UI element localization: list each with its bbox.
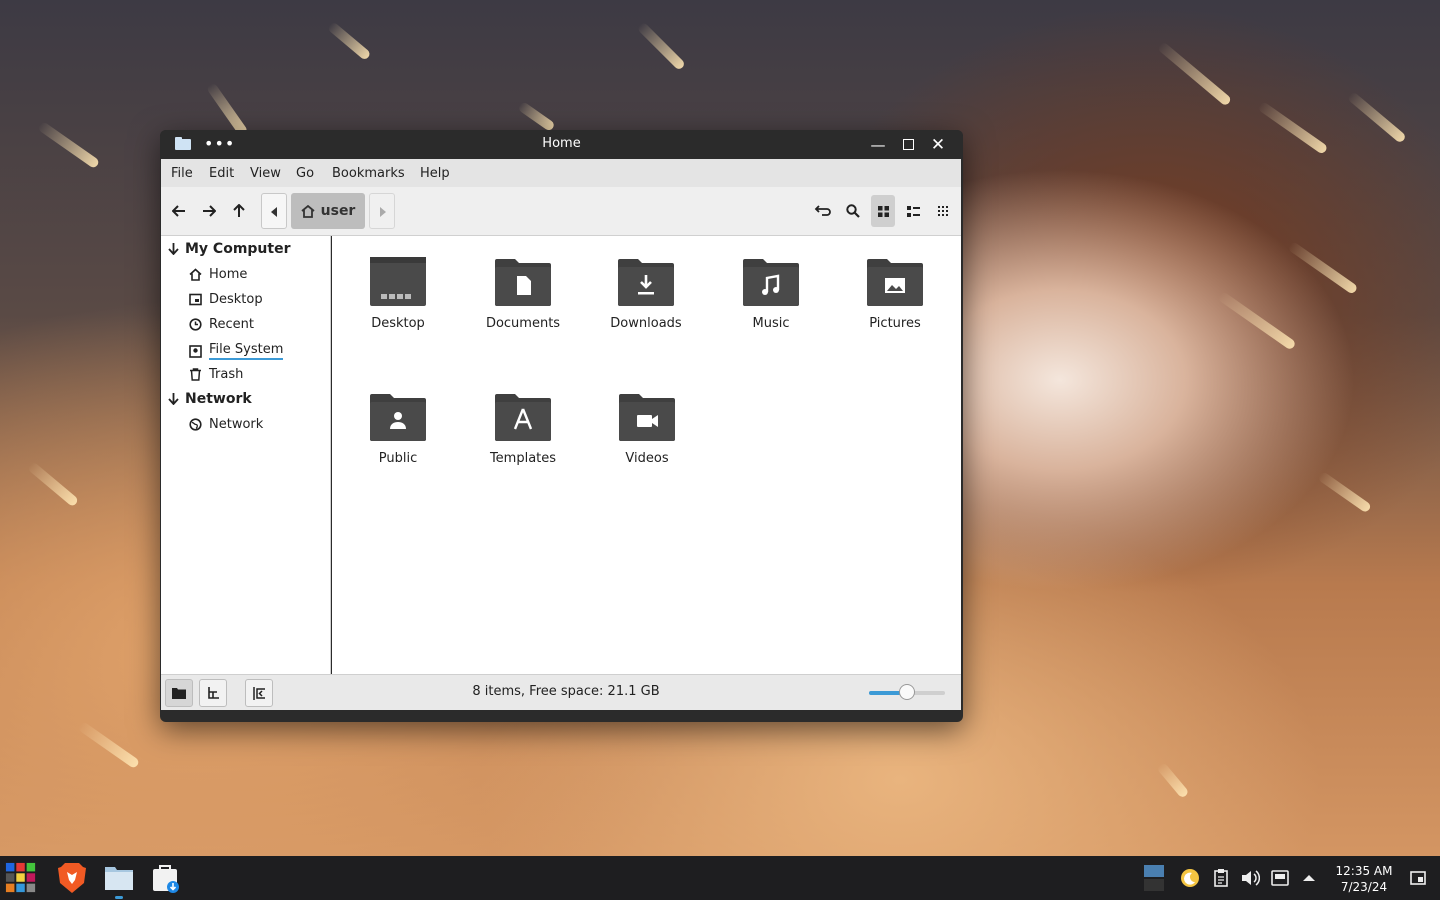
maximize-button[interactable] xyxy=(899,136,917,154)
pictures-folder-icon xyxy=(867,259,923,306)
menu-bookmarks[interactable]: Bookmarks xyxy=(332,166,405,181)
back-button[interactable] xyxy=(165,197,193,225)
file-item-downloads[interactable]: Downloads xyxy=(591,256,701,331)
zoom-slider[interactable] xyxy=(869,684,945,700)
sidebar-item-desktop[interactable]: Desktop xyxy=(189,292,263,307)
clock[interactable]: 12:35 AM 7/23/24 xyxy=(1328,863,1400,895)
templates-folder-icon xyxy=(495,394,551,441)
location-entry-button[interactable] xyxy=(809,197,837,225)
volume-icon[interactable] xyxy=(1240,868,1260,888)
software-store-icon[interactable] xyxy=(150,862,182,894)
triangle-left-icon xyxy=(271,207,277,217)
clock-time: 12:35 AM xyxy=(1335,864,1393,878)
workspace-switcher-icon[interactable] xyxy=(1143,864,1165,892)
clipboard-icon[interactable] xyxy=(1211,868,1231,888)
file-view: Desktop Documents Downloads Music Pictur… xyxy=(332,236,961,674)
search-button[interactable] xyxy=(839,197,867,225)
file-item-pictures[interactable]: Pictures xyxy=(840,256,950,331)
file-item-desktop[interactable]: Desktop xyxy=(343,256,453,331)
sidebar-item-network[interactable]: Network xyxy=(189,417,263,432)
minimize-button[interactable]: — xyxy=(869,136,887,154)
arrow-left-icon xyxy=(172,205,185,217)
list-icon xyxy=(906,205,920,217)
sidebar-item-trash[interactable]: Trash xyxy=(189,367,243,382)
file-label: Documents xyxy=(485,316,561,331)
trash-icon xyxy=(190,368,201,381)
tray-expand-icon[interactable] xyxy=(1299,868,1319,888)
arrow-right-icon xyxy=(203,205,216,217)
desktop-icon xyxy=(189,293,202,306)
network-wired-icon[interactable] xyxy=(1270,868,1290,888)
breadcrumb-user[interactable]: user xyxy=(291,193,365,229)
home-icon xyxy=(301,204,315,218)
arrow-up-icon xyxy=(233,204,245,217)
taskbar: 12:35 AM 7/23/24 xyxy=(0,856,1440,900)
sidebar-section-my-computer[interactable]: My Computer xyxy=(168,241,291,257)
forward-button[interactable] xyxy=(195,197,223,225)
active-window-indicator xyxy=(115,896,123,899)
menu-edit[interactable]: Edit xyxy=(209,166,234,181)
menu-file[interactable]: File xyxy=(171,166,193,181)
up-button[interactable] xyxy=(225,197,253,225)
search-icon xyxy=(846,204,860,218)
home-icon xyxy=(189,268,202,281)
public-folder-icon xyxy=(370,394,426,441)
icon-view-button[interactable] xyxy=(871,195,895,227)
arrow-down-icon xyxy=(168,393,179,405)
compact-grid-icon xyxy=(938,206,948,216)
compact-view-button[interactable] xyxy=(929,197,957,225)
desktop-folder-icon xyxy=(370,257,426,306)
file-label: Pictures xyxy=(869,316,921,331)
sidebar-item-home[interactable]: Home xyxy=(189,267,247,282)
file-label: Desktop xyxy=(371,316,425,331)
grid-icon xyxy=(877,205,889,217)
clock-date: 7/23/24 xyxy=(1340,880,1388,894)
file-label: Templates xyxy=(489,451,557,466)
breadcrumb-user-label: user xyxy=(320,203,356,219)
brave-browser-icon[interactable] xyxy=(56,862,88,894)
night-light-icon[interactable] xyxy=(1180,868,1200,888)
menu-help[interactable]: Help xyxy=(420,166,450,181)
list-view-button[interactable] xyxy=(899,197,927,225)
breadcrumb-scroll-right[interactable] xyxy=(369,193,395,229)
status-bar: 8 items, Free space: 21.1 GB xyxy=(161,674,961,710)
menu-go[interactable]: Go xyxy=(296,166,314,181)
breadcrumb-scroll-left[interactable] xyxy=(261,193,287,229)
documents-folder-icon xyxy=(495,259,551,306)
show-desktop-icon[interactable] xyxy=(1408,868,1428,888)
file-item-templates[interactable]: Templates xyxy=(468,391,578,466)
file-manager-window: ••• Home — ✕ File Edit View Go Bookmarks… xyxy=(160,130,963,722)
file-item-videos[interactable]: Videos xyxy=(592,391,702,466)
menu-view[interactable]: View xyxy=(250,166,281,181)
file-label: Videos xyxy=(625,451,669,466)
title-bar[interactable]: ••• Home — ✕ xyxy=(160,130,963,159)
triangle-right-icon xyxy=(380,207,386,217)
menu-bar: File Edit View Go Bookmarks Help xyxy=(161,159,961,187)
zoom-slider-knob[interactable] xyxy=(899,684,915,700)
music-folder-icon xyxy=(743,259,799,306)
sidebar-section-network[interactable]: Network xyxy=(168,391,252,407)
globe-icon xyxy=(189,418,202,431)
return-arrow-icon xyxy=(814,205,831,216)
sidebar: My Computer Home Desktop Recent File Sys… xyxy=(161,236,331,674)
drive-icon xyxy=(189,344,202,358)
file-item-music[interactable]: Music xyxy=(716,256,826,331)
file-item-public[interactable]: Public xyxy=(343,391,453,466)
file-manager-taskbar-icon[interactable] xyxy=(103,862,135,894)
sidebar-item-recent[interactable]: Recent xyxy=(189,317,254,332)
file-item-documents[interactable]: Documents xyxy=(468,256,578,331)
close-button[interactable]: ✕ xyxy=(929,136,947,154)
window-title: Home xyxy=(542,136,581,151)
videos-folder-icon xyxy=(619,394,675,441)
status-text: 8 items, Free space: 21.1 GB xyxy=(472,684,660,699)
app-menu-icon[interactable] xyxy=(5,862,37,894)
downloads-folder-icon xyxy=(618,259,674,306)
clock-icon xyxy=(189,318,202,331)
file-label: Music xyxy=(752,316,790,331)
file-label: Downloads xyxy=(610,316,682,331)
arrow-down-icon xyxy=(168,243,179,255)
toolbar: user xyxy=(161,187,961,236)
sidebar-item-file-system[interactable]: File System xyxy=(189,342,284,360)
file-label: Public xyxy=(378,451,418,466)
